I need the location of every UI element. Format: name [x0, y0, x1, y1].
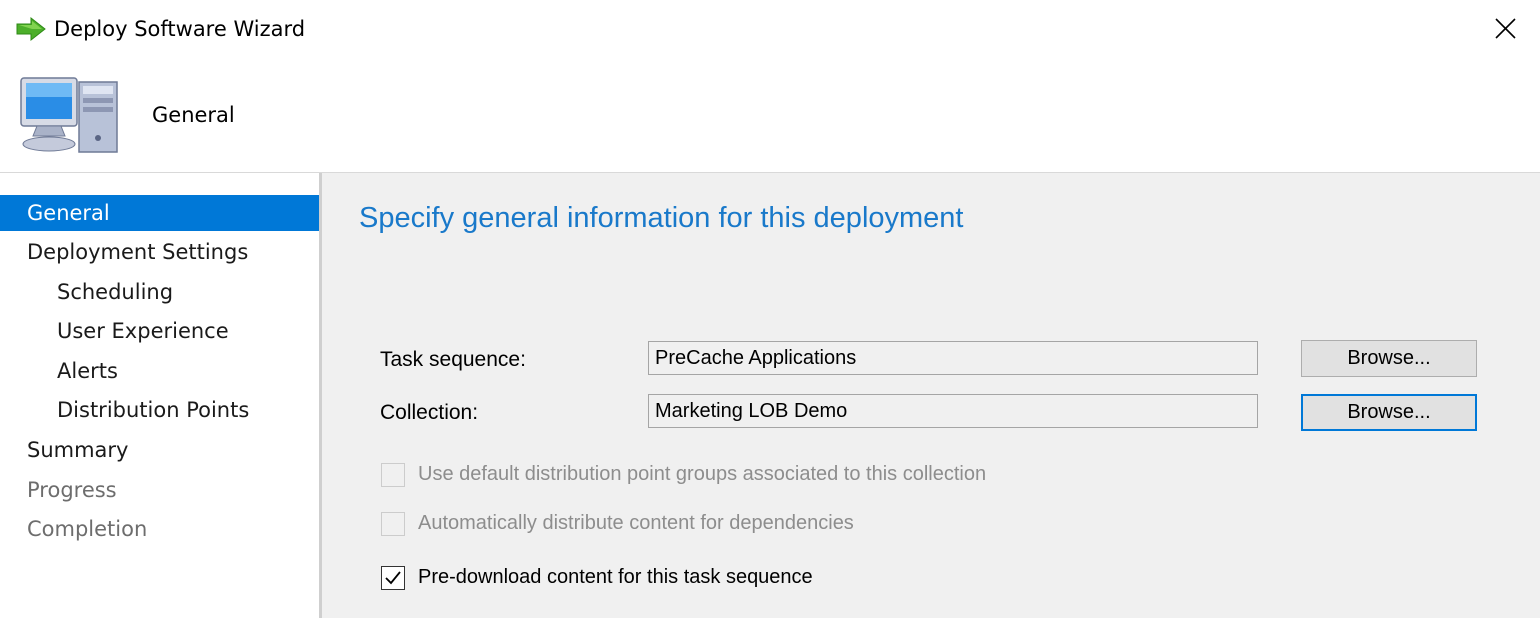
- sidebar-item-deployment-settings[interactable]: Deployment Settings: [0, 234, 319, 270]
- main-panel: Specify general information for this dep…: [322, 173, 1540, 618]
- sidebar-item-user-experience[interactable]: User Experience: [0, 313, 319, 349]
- default-dp-groups-checkbox: [381, 463, 405, 487]
- title-bar: Deploy Software Wizard: [0, 0, 1540, 58]
- close-icon: [1495, 18, 1516, 39]
- sidebar-item-progress: Progress: [27, 478, 117, 502]
- collection-label: Collection:: [380, 401, 479, 424]
- task-sequence-browse-button[interactable]: Browse...: [1301, 340, 1477, 377]
- distribute-dependencies-label: Automatically distribute content for dep…: [418, 512, 854, 534]
- collection-browse-button[interactable]: Browse...: [1301, 394, 1477, 431]
- sidebar-item-completion: Completion: [27, 517, 148, 541]
- computer-icon: [20, 77, 118, 153]
- sidebar-item-summary[interactable]: Summary: [0, 432, 319, 468]
- sidebar-item-general[interactable]: General: [0, 195, 319, 231]
- checkmark-icon: [385, 571, 401, 585]
- window-title: Deploy Software Wizard: [54, 17, 306, 41]
- close-button[interactable]: [1480, 8, 1530, 50]
- distribute-dependencies-checkbox: [381, 512, 405, 536]
- green-arrow-icon: [16, 16, 46, 42]
- page-title: Specify general information for this dep…: [359, 202, 964, 234]
- pre-download-checkbox[interactable]: [381, 566, 405, 590]
- task-sequence-field[interactable]: PreCache Applications: [648, 341, 1258, 375]
- header-title: General: [152, 103, 235, 127]
- default-dp-groups-label: Use default distribution point groups as…: [418, 463, 987, 485]
- collection-field[interactable]: Marketing LOB Demo: [648, 394, 1258, 428]
- wizard-sidebar: General Deployment Settings Scheduling U…: [0, 173, 319, 618]
- sidebar-item-distribution-points[interactable]: Distribution Points: [0, 392, 319, 428]
- sidebar-item-scheduling[interactable]: Scheduling: [0, 274, 319, 310]
- wizard-header: General: [0, 58, 1540, 173]
- pre-download-label[interactable]: Pre-download content for this task seque…: [418, 566, 813, 589]
- task-sequence-label: Task sequence:: [380, 348, 526, 371]
- sidebar-item-alerts[interactable]: Alerts: [0, 353, 319, 389]
